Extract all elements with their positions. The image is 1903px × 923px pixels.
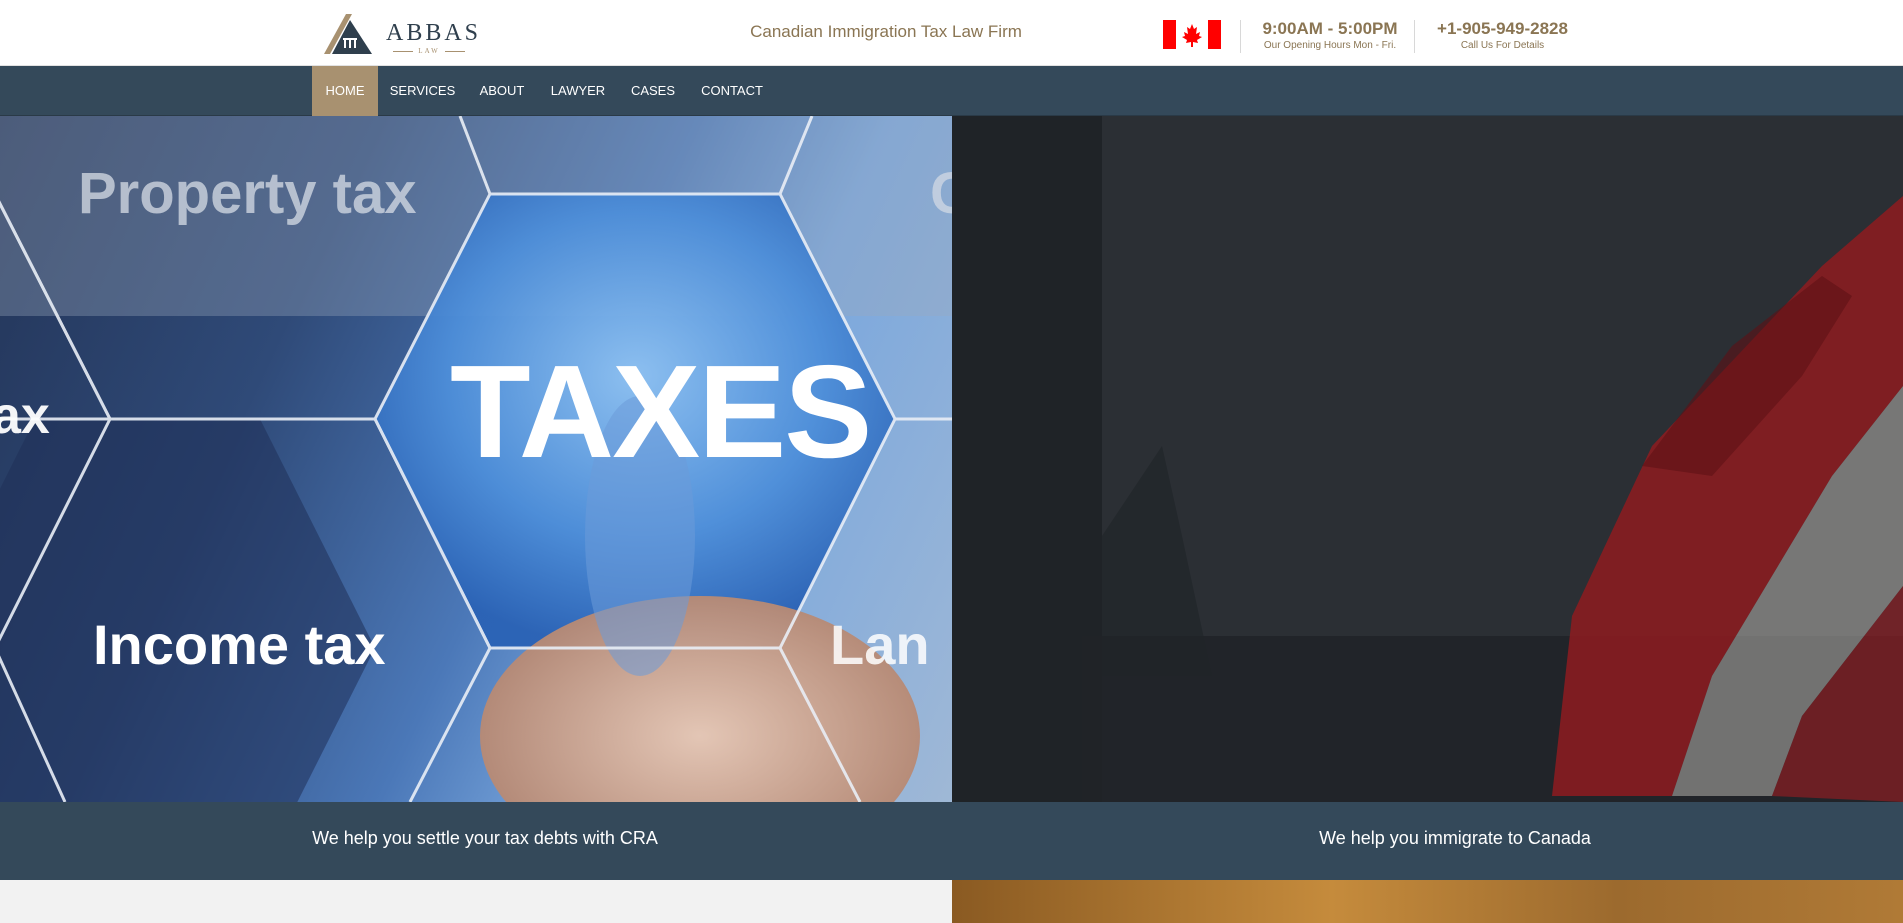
hero-word-property-tax: Property tax xyxy=(78,161,417,226)
hero-word-partial-left: ax xyxy=(0,387,50,445)
canada-flag-icon xyxy=(1163,20,1221,49)
hero-word-taxes: TAXES xyxy=(450,338,872,485)
opening-hours-note: Our Opening Hours Mon - Fri. xyxy=(1263,40,1397,51)
nav-cases[interactable]: CASES xyxy=(623,66,683,116)
hero-word-income-tax: Income tax xyxy=(93,613,386,676)
main-nav: HOME SERVICES ABOUT LAWYER CASES CONTACT xyxy=(0,66,1903,116)
nav-services[interactable]: SERVICES xyxy=(384,66,461,116)
caption-tax-debts[interactable]: We help you settle your tax debts with C… xyxy=(260,828,710,849)
phone-note: Call Us For Details xyxy=(1460,40,1545,51)
hero-image-taxes[interactable]: Property tax C ax TAXES Income tax Lan xyxy=(0,116,952,802)
canada-parliament-flag-graphic xyxy=(952,116,1903,802)
header-divider xyxy=(1414,20,1415,53)
header-divider xyxy=(1240,20,1241,53)
nav-contact[interactable]: CONTACT xyxy=(694,66,770,116)
logo-subtitle: LAW xyxy=(388,47,470,55)
hero-word-partial-top: C xyxy=(930,161,952,226)
nav-about[interactable]: ABOUT xyxy=(470,66,534,116)
nav-home[interactable]: HOME xyxy=(312,66,378,116)
phone-number[interactable]: +1-905-949-2828 xyxy=(1425,19,1580,39)
hero-word-partial-right: Lan xyxy=(830,613,930,676)
top-header: ABBAS LAW Canadian Immigration Tax Law F… xyxy=(0,0,1903,66)
logo-name: ABBAS xyxy=(386,20,482,46)
site-logo[interactable]: ABBAS LAW xyxy=(320,12,478,56)
section-preview-left xyxy=(0,880,952,923)
nav-lawyer[interactable]: LAWYER xyxy=(543,66,613,116)
header-tagline: Canadian Immigration Tax Law Firm xyxy=(750,22,1022,41)
hero-image-canada[interactable] xyxy=(952,116,1903,802)
opening-hours: 9:00AM - 5:00PM xyxy=(1262,19,1398,38)
section-preview-image xyxy=(952,880,1903,923)
logo-mark-icon xyxy=(324,14,372,54)
caption-immigrate[interactable]: We help you immigrate to Canada xyxy=(1230,828,1680,849)
